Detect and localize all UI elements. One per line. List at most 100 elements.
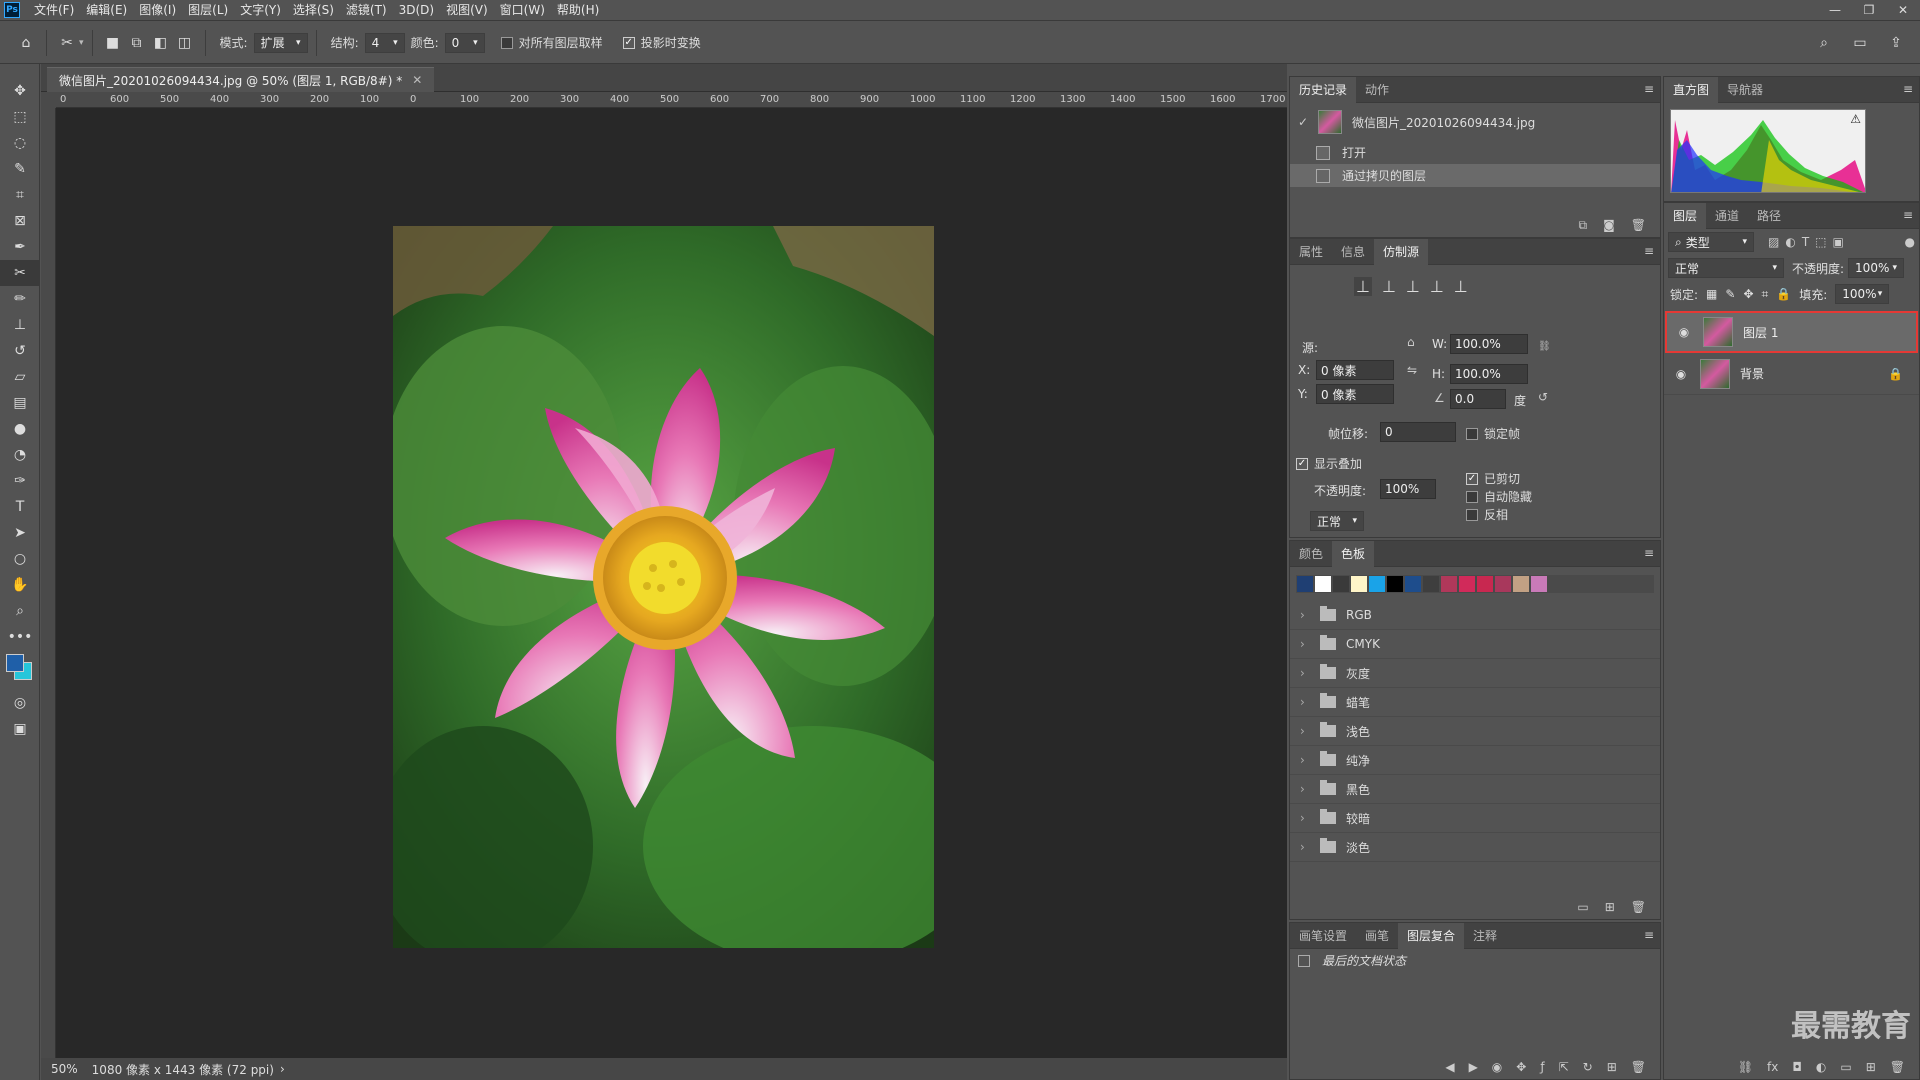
tab-clone-source[interactable]: 仿制源 [1374,238,1429,265]
color-swatch[interactable] [1531,576,1547,592]
zoom-level[interactable]: 50% [51,1062,78,1076]
chevron-right-icon[interactable]: › [280,1062,285,1076]
filter-pixel-icon[interactable]: ▨ [1768,235,1779,249]
home-icon[interactable]: ⌂ [14,31,38,55]
chevron-right-icon[interactable]: › [1300,782,1314,796]
show-overlay-checkbox[interactable]: ✓ [1296,457,1308,470]
color-swatch[interactable] [1441,576,1457,592]
angle-input[interactable]: 0.0 [1450,389,1506,409]
tab-brushes[interactable]: 画笔 [1356,923,1398,949]
color-swatch[interactable] [1297,576,1313,592]
sample-all-layers-checkbox[interactable] [500,36,513,49]
add-selection-icon[interactable]: ⧉ [125,31,149,55]
trash-icon[interactable]: 🗑 [1631,1060,1646,1074]
tab-paths[interactable]: 路径 [1748,203,1790,229]
clipped-checkbox[interactable]: ✓ [1466,472,1478,485]
menu-image[interactable]: 图像(I) [133,0,182,21]
foreground-color[interactable] [6,654,24,672]
filter-smart-object-icon[interactable]: ▣ [1833,235,1844,249]
menu-window[interactable]: 窗口(W) [494,0,551,21]
visibility-eye-icon[interactable]: ◉ [1673,325,1695,339]
swatch-folder[interactable]: › 蜡笔 [1290,688,1660,717]
auto-hide-checkbox[interactable] [1466,490,1478,503]
menu-view[interactable]: 视图(V) [440,0,494,21]
trash-icon[interactable]: 🗑 [1631,218,1646,232]
blur-tool-icon[interactable]: ● [0,416,40,442]
tab-navigator[interactable]: 导航器 [1718,77,1772,103]
layer-comp-item[interactable]: 最后的文档状态 [1290,949,1660,972]
menu-file[interactable]: 文件(F) [28,0,80,21]
close-icon[interactable]: ✕ [1886,3,1920,17]
tab-layer-comps[interactable]: 图层复合 [1398,922,1465,949]
more-tools-icon[interactable]: ••• [0,624,40,650]
visibility-eye-icon[interactable]: ◉ [1670,367,1692,381]
menu-3d[interactable]: 3D(D) [393,0,440,21]
menu-select[interactable]: 选择(S) [287,0,340,21]
chevron-right-icon[interactable]: › [1300,753,1314,767]
minimize-icon[interactable]: — [1818,3,1852,17]
move-tool-icon[interactable]: ✥ [0,78,40,104]
swatch-folder[interactable]: › 纯净 [1290,746,1660,775]
tab-channels[interactable]: 通道 [1706,203,1748,229]
swatch-folder[interactable]: › CMYK [1290,630,1660,659]
panel-menu-icon[interactable]: ≡ [1644,82,1654,96]
trash-icon[interactable]: 🗑 [1631,900,1646,914]
menu-filter[interactable]: 滤镜(T) [340,0,393,21]
lock-artboard-icon[interactable]: ⌗ [1762,287,1769,302]
structure-input[interactable]: 4 ▾ [364,32,405,53]
history-brush-tool-icon[interactable]: ↺ [0,338,40,364]
lock-transparent-icon[interactable]: ▦ [1706,287,1717,301]
pen-tool-icon[interactable]: ✑ [0,468,40,494]
color-swatch[interactable] [1405,576,1421,592]
tab-actions[interactable]: 动作 [1356,77,1398,103]
overlay-opacity-input[interactable]: 100% [1380,479,1436,499]
content-aware-move-tool-icon[interactable]: ✂ [55,31,79,55]
chevron-right-icon[interactable]: › [1300,695,1314,709]
adjustment-layer-icon[interactable]: ◐ [1816,1060,1826,1074]
lock-position-icon[interactable]: ✥ [1743,287,1753,301]
color-swatch[interactable] [1495,576,1511,592]
new-folder-icon[interactable]: ▭ [1577,900,1588,914]
overlay-blend-select[interactable]: 正常 ▾ [1310,511,1364,531]
filter-shape-icon[interactable]: ⬚ [1815,235,1826,249]
quick-mask-icon[interactable]: ◎ [0,690,40,716]
link-icon[interactable]: ⛓ [1538,341,1551,352]
chevron-right-icon[interactable]: › [1300,811,1314,825]
ellipse-tool-icon[interactable]: ○ [0,546,40,572]
frame-tool-icon[interactable]: ⊠ [0,208,40,234]
ruler-vertical[interactable] [41,108,56,1058]
share-icon[interactable]: ⇪ [1884,31,1908,55]
mode-select[interactable]: 扩展 ▾ [253,32,308,53]
content-aware-move-tool-icon[interactable]: ✂ [0,260,40,286]
layer-item-background[interactable]: ◉ 背景 🔒 [1664,353,1919,395]
new-swatch-icon[interactable]: ⊞ [1605,900,1615,914]
history-brush-source-icon[interactable]: ✓ [1298,115,1314,129]
tab-notes[interactable]: 注释 [1464,923,1506,949]
layer-filter-select[interactable]: ⌕ 类型 ▾ [1668,232,1754,252]
chevron-right-icon[interactable]: › [1300,840,1314,854]
search-icon[interactable]: ⌕ [1812,31,1836,55]
swatch-folder[interactable]: › 浅色 [1290,717,1660,746]
workspace-icon[interactable]: ▭ [1848,31,1872,55]
panel-menu-icon[interactable]: ≡ [1644,244,1654,258]
history-item[interactable]: 打开 [1290,141,1660,164]
swatch-folder[interactable]: › RGB [1290,601,1660,630]
clone-source-4-icon[interactable]: ⊥ [1430,277,1444,296]
color-swatch[interactable] [1351,576,1367,592]
width-input[interactable]: 100.0% [1450,334,1528,354]
lotus-image[interactable] [393,226,934,948]
invert-checkbox[interactable] [1466,508,1478,521]
clone-source-3-icon[interactable]: ⊥ [1406,277,1420,296]
trash-icon[interactable]: 🗑 [1890,1060,1905,1074]
reset-angle-icon[interactable]: ↺ [1538,390,1548,404]
chevron-right-icon[interactable]: › [1300,724,1314,738]
chevron-right-icon[interactable]: › [1300,666,1314,680]
x-offset-input[interactable]: 0 像素 [1316,360,1394,380]
chevron-right-icon[interactable]: › [1300,637,1314,651]
marquee-tool-icon[interactable]: ⬚ [0,104,40,130]
new-comp-icon[interactable]: ⊞ [1607,1060,1617,1074]
add-mask-icon[interactable]: ◘ [1792,1060,1802,1074]
chevron-right-icon[interactable]: › [1300,608,1314,622]
menu-layer[interactable]: 图层(L) [182,0,234,21]
color-swatch[interactable] [1423,576,1439,592]
